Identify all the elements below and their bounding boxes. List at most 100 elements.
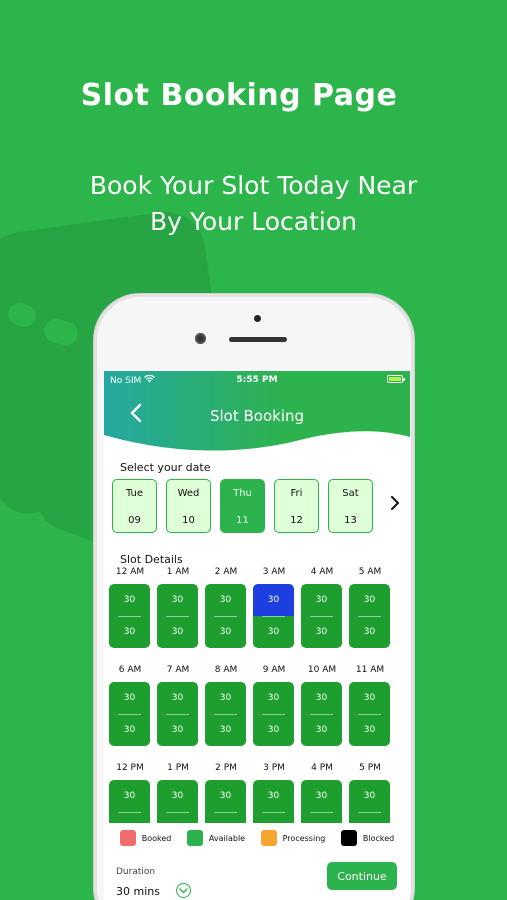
- slot-hour-label: 6 AM: [118, 665, 142, 675]
- slot-half-top[interactable]: 30: [109, 682, 150, 714]
- slot-hour-label: 4 AM: [310, 567, 334, 577]
- front-camera: [195, 333, 206, 344]
- legend-item: Booked: [119, 830, 171, 846]
- slot-divider: [214, 812, 237, 813]
- slot-half-top[interactable]: 30: [157, 584, 198, 616]
- slot-hour-label: 4 PM: [311, 763, 333, 773]
- slot-half-bottom[interactable]: 30: [157, 616, 198, 648]
- slot-divider: [262, 812, 285, 813]
- legend-label: Available: [208, 833, 246, 843]
- slot-divider: [118, 812, 141, 813]
- slot-hour-label: 10 AM: [307, 665, 337, 675]
- hero-subtitle: Book Your Slot Today Near By Your Locati…: [0, 168, 507, 240]
- date-chip-day: Thu: [233, 488, 252, 499]
- slot-half-top[interactable]: 30: [349, 584, 390, 616]
- legend-swatch: [340, 830, 357, 846]
- header-wave: [104, 431, 410, 455]
- slot-divider: [166, 714, 189, 715]
- slot-half-top[interactable]: 30: [253, 780, 294, 812]
- slot-half-top[interactable]: 30: [253, 584, 294, 616]
- slot-half-bottom[interactable]: 30: [109, 714, 150, 746]
- legend-label: Blocked: [362, 833, 395, 843]
- chevron-right-icon[interactable]: [390, 495, 400, 514]
- slot-half-top[interactable]: 30: [157, 682, 198, 714]
- slot-half-bottom[interactable]: 30: [157, 714, 198, 746]
- slot-divider: [310, 812, 333, 813]
- date-chip-number: 11: [236, 515, 249, 526]
- app-screen: No SIM 5:55 PM Slot Booking Select your …: [104, 371, 410, 900]
- slot-hour-label: 5 PM: [359, 763, 381, 773]
- date-chip-number: 10: [182, 515, 195, 526]
- app-header: No SIM 5:55 PM Slot Booking: [104, 371, 410, 455]
- slot-half-bottom[interactable]: 30: [301, 714, 342, 746]
- slot-divider: [310, 714, 333, 715]
- slot-cell: 3030: [205, 682, 246, 746]
- slot-cell: 3030: [157, 584, 198, 648]
- legend-swatch: [186, 830, 203, 846]
- chevron-down-icon[interactable]: [176, 883, 191, 898]
- date-chip[interactable]: Sat 13: [328, 479, 373, 533]
- slot-divider: [262, 714, 285, 715]
- slot-half-top[interactable]: 30: [301, 584, 342, 616]
- slot-divider: [214, 714, 237, 715]
- slot-half-top[interactable]: 30: [301, 682, 342, 714]
- slot-half-top[interactable]: 30: [349, 780, 390, 812]
- slot-divider: [166, 616, 189, 617]
- legend-swatch: [260, 830, 277, 846]
- slot-half-top[interactable]: 30: [253, 682, 294, 714]
- slot-half-top[interactable]: 30: [109, 584, 150, 616]
- slot-half-top[interactable]: 30: [157, 780, 198, 812]
- slot-cell: 3030: [157, 682, 198, 746]
- slot-half-bottom[interactable]: 30: [301, 616, 342, 648]
- slot-legend: Booked Available Processing Blocked: [104, 823, 410, 853]
- slot-half-bottom[interactable]: 30: [205, 616, 246, 648]
- slot-half-top[interactable]: 30: [349, 682, 390, 714]
- legend-item: Processing: [260, 830, 325, 846]
- slot-hour-label: 2 PM: [215, 763, 237, 773]
- slot-half-top[interactable]: 30: [205, 682, 246, 714]
- slot-half-bottom[interactable]: 30: [349, 714, 390, 746]
- slot-half-top[interactable]: 30: [205, 584, 246, 616]
- date-chip-number: 13: [344, 515, 357, 526]
- date-chip-day: Wed: [177, 488, 200, 499]
- slot-half-bottom[interactable]: 30: [109, 616, 150, 648]
- slot-half-bottom[interactable]: 30: [253, 714, 294, 746]
- slot-hour-label: 3 PM: [263, 763, 285, 773]
- slot-hour-label: 3 AM: [262, 567, 286, 577]
- date-chip-day: Tue: [125, 488, 144, 499]
- slot-hour-label: 5 AM: [358, 567, 382, 577]
- slot-divider: [358, 616, 381, 617]
- slot-cell: 3030: [349, 682, 390, 746]
- slot-cell: 3030: [205, 584, 246, 648]
- slot-cell: 3030: [349, 584, 390, 648]
- slot-half-bottom[interactable]: 30: [253, 616, 294, 648]
- legend-item: Available: [186, 830, 246, 846]
- date-chip[interactable]: Wed 10: [166, 479, 211, 533]
- slot-half-top[interactable]: 30: [301, 780, 342, 812]
- continue-button[interactable]: Continue: [327, 862, 397, 890]
- slot-divider: [358, 714, 381, 715]
- date-chip-day: Fri: [290, 488, 303, 499]
- slot-cell: 3030: [301, 584, 342, 648]
- slot-half-top[interactable]: 30: [205, 780, 246, 812]
- slot-cell: 3030: [109, 682, 150, 746]
- slot-details-label: Slot Details: [120, 553, 183, 566]
- slot-cell: 3030: [301, 682, 342, 746]
- slot-hour-label: 11 AM: [355, 665, 385, 675]
- slot-divider: [118, 714, 141, 715]
- date-chip[interactable]: Tue 09: [112, 479, 157, 533]
- duration-value[interactable]: 30 mins: [116, 885, 160, 898]
- slot-hour-label: 12 AM: [115, 567, 145, 577]
- slot-cell: 3030: [109, 584, 150, 648]
- date-chip[interactable]: Fri 12: [274, 479, 319, 533]
- date-selector: Tue 09 Wed 10 Thu 11 Fri 12 Sat 13: [112, 479, 373, 533]
- hero-subtitle-line1: Book Your Slot Today Near: [89, 171, 418, 200]
- slot-divider: [214, 616, 237, 617]
- slot-half-bottom[interactable]: 30: [349, 616, 390, 648]
- slot-half-top[interactable]: 30: [109, 780, 150, 812]
- date-chip[interactable]: Thu 11: [220, 479, 265, 533]
- slot-half-bottom[interactable]: 30: [205, 714, 246, 746]
- date-chip-number: 09: [128, 515, 141, 526]
- phone-speaker: [229, 337, 287, 342]
- slot-hour-label: 8 AM: [214, 665, 238, 675]
